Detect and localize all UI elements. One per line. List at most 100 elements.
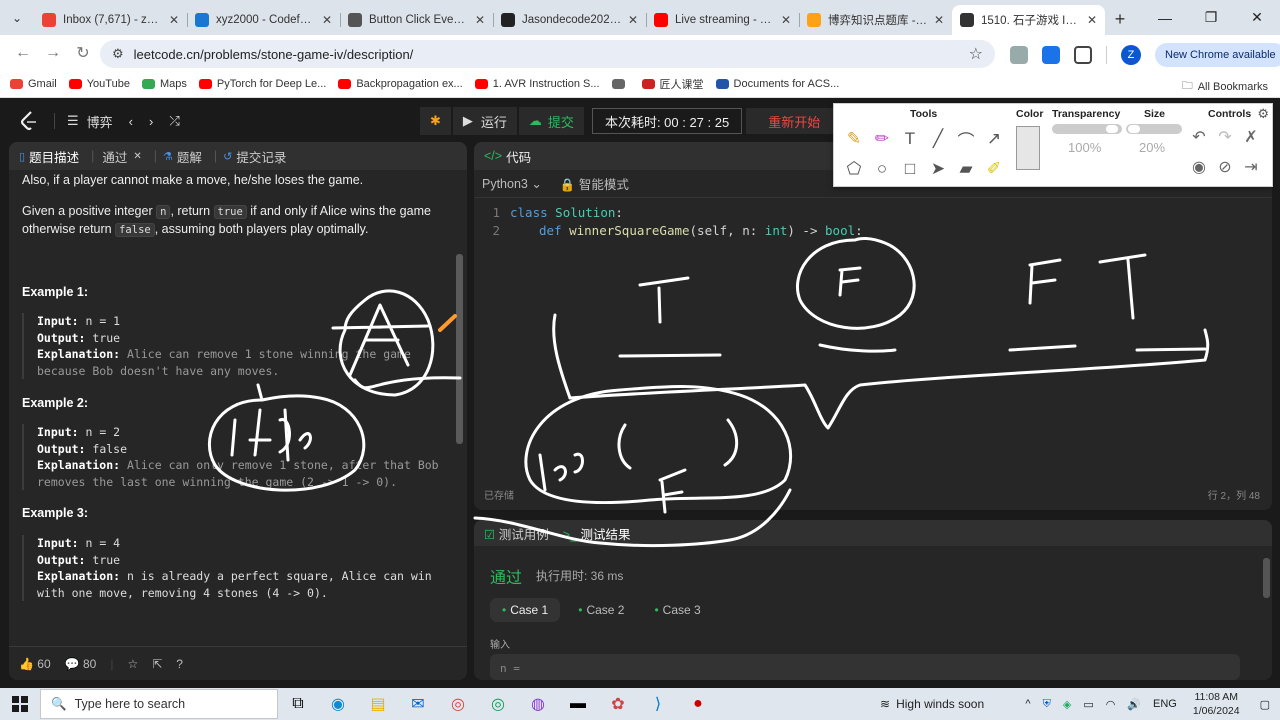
size-slider[interactable] [1126,124,1182,134]
hide-ink-icon[interactable]: ⊘ [1212,157,1238,177]
tab-test-result[interactable]: >_ 测试结果 [563,524,631,543]
exit-icon[interactable]: ⇥ [1238,157,1264,177]
tab-submissions[interactable]: | ↺ 提交记录 [214,147,286,166]
paint-icon[interactable]: ✿ [598,689,638,719]
new-chrome-available-button[interactable]: New Chrome available [1155,43,1280,67]
bookmark-star-icon[interactable]: ☆ [969,44,983,64]
vscode-icon[interactable]: ⟩ [638,689,678,719]
bookmark-item[interactable]: Maps [141,78,187,90]
next-problem-icon[interactable]: › [149,114,153,129]
close-tab-icon[interactable]: ✕ [1087,13,1097,27]
submit-button[interactable]: ☁ 提交 [518,107,584,135]
tab-passed[interactable]: | 通过 ✕ [91,147,142,166]
forward-icon[interactable]: → [38,44,68,62]
rectangle-tool-icon[interactable]: □ [896,159,924,179]
debug-icon[interactable]: ✱ [420,107,451,135]
share-icon[interactable]: ⇱ [152,657,162,671]
close-tab-icon[interactable]: ✕ [133,151,141,162]
file-explorer-icon[interactable]: ▤ [358,689,398,719]
line-tool-icon[interactable]: ╱ [924,129,952,149]
browser-tab[interactable]: xyz2000 - Codeforces✕ [187,5,340,35]
bookmark-item[interactable]: PyTorch for Deep Le... [198,78,326,90]
extension-icon[interactable] [1042,46,1060,64]
tab-solutions[interactable]: | ⚗ 题解 [154,147,202,166]
close-tab-icon[interactable]: ✕ [628,13,638,27]
browser-tab[interactable]: 1510. 石子游戏 IV - 力✕ [952,5,1105,35]
start-button[interactable] [0,696,40,712]
problem-list-button[interactable]: ☰ 博弈 [67,112,113,131]
clear-all-icon[interactable]: ✗ [1238,127,1264,147]
reload-icon[interactable]: ↻ [68,43,98,63]
run-button[interactable]: ▶ 运行 [452,107,517,135]
close-tab-icon[interactable]: ✕ [169,13,179,27]
favorite-star-icon[interactable]: ☆ [127,657,138,671]
app-icon[interactable]: ◍ [518,689,558,719]
browser-tab[interactable]: Inbox (7,671) - zzjasu ✕ [34,5,187,35]
transparency-slider[interactable] [1052,124,1122,134]
text-tool-icon[interactable]: T [896,129,924,149]
profile-avatar[interactable]: Z [1121,45,1141,65]
language-indicator[interactable]: ENG [1153,698,1177,710]
volume-icon[interactable]: 🔊 [1127,698,1141,711]
close-tab-icon[interactable]: ✕ [781,13,791,27]
like-button[interactable]: 👍 60 [19,657,51,671]
polygon-tool-icon[interactable]: ⬠ [840,159,868,179]
help-icon[interactable]: ? [176,657,183,671]
bookmark-item[interactable]: Documents for ACS... [715,78,839,90]
undo-icon[interactable]: ↶ [1186,127,1212,147]
site-info-icon[interactable]: ⚙ [112,46,124,62]
close-tab-icon[interactable]: ✕ [322,13,332,27]
edge-icon[interactable]: ◉ [318,689,358,719]
leetcode-logo-icon[interactable] [18,110,40,132]
bookmark-item[interactable]: Backpropagation ex... [338,78,463,90]
back-icon[interactable]: ← [8,44,38,62]
weather-widget[interactable]: ≋ High winds soon [880,697,984,711]
restart-button[interactable]: 重新开始 [746,108,843,134]
circle-tool-icon[interactable]: ○ [868,159,896,179]
notifications-icon[interactable]: ▢ [1260,698,1270,711]
bookmark-item[interactable]: YouTube [68,78,130,90]
extensions-puzzle-icon[interactable] [1074,46,1092,64]
results-scrollbar[interactable] [1263,548,1270,678]
cursor-tool-icon[interactable]: ➤ [924,159,952,179]
terminal-icon[interactable]: ▬ [558,689,598,719]
new-tab-button[interactable]: + [1105,5,1135,35]
tray-expand-icon[interactable]: ^ [1025,698,1030,710]
pencil-icon[interactable]: ✎ [840,129,868,149]
highlighter-icon[interactable]: ✐ [980,159,1008,179]
close-tab-icon[interactable]: ✕ [934,13,944,27]
arc-tool-icon[interactable]: ⌒ [952,127,980,152]
bookmark-item[interactable]: 1. AVR Instruction S... [474,78,600,90]
browser-tab[interactable]: Jasondecode2020/Le ✕ [493,5,646,35]
bookmark-item[interactable]: Gmail [10,78,57,90]
chrome-icon[interactable]: ◎ [438,689,478,719]
clock[interactable]: 11:08 AM 1/06/2024 [1193,690,1240,718]
bookmark-item[interactable] [611,79,630,89]
marker-icon[interactable]: ✏ [868,129,896,149]
language-select[interactable]: Python3 ⌄ [482,176,542,191]
settings-gear-icon[interactable]: ⚙ [1257,106,1269,122]
smart-mode-toggle[interactable]: 🔒 智能模式 [560,174,629,193]
all-bookmarks-button[interactable]: 🗀 All Bookmarks [1182,77,1268,96]
tab-testcase[interactable]: ☑ 测试用例 [484,524,549,543]
extension-icon[interactable] [1010,46,1028,64]
browser-tab[interactable]: Live streaming - You ✕ [646,5,799,35]
shield-icon[interactable]: ⛨ [1043,698,1051,711]
taskbar-search-box[interactable]: 🔍 Type here to search [40,689,278,719]
address-bar[interactable]: ⚙ leetcode.cn/problems/stone-game-iv/des… [100,40,995,68]
case-tab[interactable]: • Case 3 [642,598,712,622]
task-view-icon[interactable]: ⧉ [278,689,318,719]
redo-icon[interactable]: ↷ [1212,127,1238,147]
bookmark-item[interactable]: 匠人课堂 [641,76,704,92]
eraser-icon[interactable]: ▰ [952,159,980,179]
chrome-icon[interactable]: ◎ [478,689,518,719]
tab-search-dropdown[interactable]: ⌄ [0,0,34,35]
shuffle-icon[interactable]: ⤮ [169,113,179,129]
arrow-tool-icon[interactable]: ↗ [980,129,1008,149]
wifi-icon[interactable]: ◠ [1106,698,1116,711]
app-tray-icon[interactable]: ◈ [1063,698,1071,711]
browser-tab[interactable]: 博弈知识点题库 - 力 ✕ [799,5,952,35]
code-editor[interactable]: 1 class Solution: 2 def winnerSquareGame(s… [474,204,1272,240]
color-swatch[interactable] [1016,126,1040,170]
browser-tab[interactable]: Button Click Event V ✕ [340,5,493,35]
